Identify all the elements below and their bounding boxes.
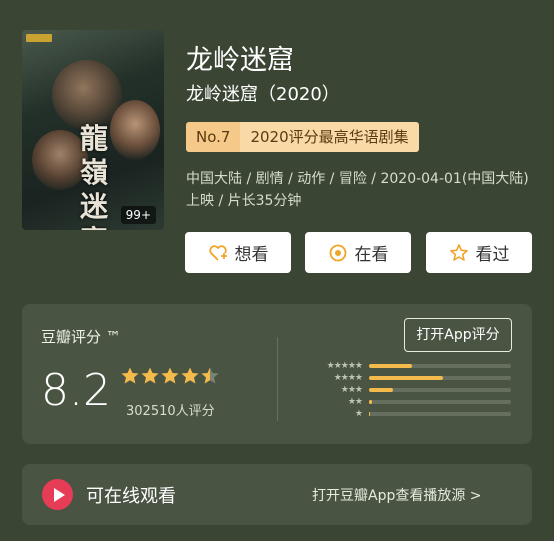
- distribution-track: [369, 376, 511, 380]
- rank-label: 2020评分最高华语剧集: [240, 122, 419, 152]
- rank-number: No.7: [186, 122, 241, 152]
- distribution-fill: [369, 364, 412, 368]
- distribution-stars: ★★★: [340, 385, 363, 395]
- star-icon: [181, 367, 199, 384]
- star-icon: [121, 367, 139, 384]
- watched-button[interactable]: 看过: [426, 232, 532, 273]
- star-icon: [141, 367, 159, 384]
- star-outline-icon: [449, 243, 468, 261]
- rating-score: 8.2: [41, 365, 111, 416]
- distribution-fill: [369, 400, 372, 404]
- distribution-row: ★★★★: [310, 372, 511, 384]
- rating-distribution: ★★★★★ ★★★★ ★★★ ★★ ★: [310, 360, 511, 420]
- watching-label: 在看: [354, 245, 389, 265]
- rating-source-label: 豆瓣评分 ™: [41, 328, 121, 346]
- channel-logo: [26, 34, 52, 42]
- distribution-fill: [369, 388, 394, 392]
- online-watch-title: 可在线观看: [86, 486, 176, 507]
- watching-button[interactable]: 在看: [305, 232, 411, 273]
- poster-image[interactable]: 龍嶺迷窟 99+: [22, 30, 164, 230]
- distribution-track: [369, 364, 511, 368]
- distribution-track: [369, 388, 511, 392]
- distribution-track: [369, 400, 511, 404]
- ranking-badge[interactable]: No.7 2020评分最高华语剧集: [186, 122, 419, 152]
- heart-plus-icon: [208, 244, 227, 261]
- online-watch-card[interactable]: 可在线观看 打开豆瓣App查看播放源 >: [22, 464, 532, 525]
- star-icon: [201, 367, 219, 384]
- target-icon: [329, 244, 346, 261]
- distribution-stars: ★★: [347, 397, 363, 407]
- page-title: 龙岭迷窟: [186, 45, 294, 76]
- poster-title-art: 龍嶺迷窟: [80, 122, 109, 230]
- play-icon: [42, 479, 73, 510]
- distribution-row: ★★★★★: [310, 360, 511, 372]
- rating-stars: [120, 366, 220, 386]
- distribution-stars: ★★★★: [333, 373, 363, 383]
- distribution-stars: ★★★★★: [326, 361, 363, 371]
- star-icon: [161, 367, 179, 384]
- open-app-rate-button[interactable]: 打开App评分: [404, 318, 512, 352]
- poster-count-badge[interactable]: 99+: [120, 206, 156, 224]
- want-label: 想看: [234, 245, 269, 265]
- watched-label: 看过: [475, 245, 510, 265]
- distribution-fill: [369, 412, 371, 416]
- poster-figure: [110, 100, 160, 160]
- distribution-track: [369, 412, 511, 416]
- divider: [277, 337, 278, 421]
- distribution-row: ★★: [310, 396, 511, 408]
- open-app-source-link[interactable]: 打开豆瓣App查看播放源 >: [312, 485, 482, 505]
- movie-meta: 中国大陆 / 剧情 / 动作 / 冒险 / 2020-04-01(中国大陆)上映…: [186, 171, 529, 209]
- rating-count: 302510人评分: [126, 404, 215, 419]
- distribution-fill: [369, 376, 443, 380]
- distribution-row: ★★★: [310, 384, 511, 396]
- distribution-stars: ★: [354, 409, 363, 419]
- distribution-row: ★: [310, 408, 511, 420]
- rating-card: 豆瓣评分 ™ 8.2 302510人评分 打开App评分 ★★★★★ ★★★★ ★★…: [22, 304, 532, 444]
- want-to-watch-button[interactable]: 想看: [185, 232, 291, 273]
- original-title: 龙岭迷窟（2020）: [186, 84, 340, 105]
